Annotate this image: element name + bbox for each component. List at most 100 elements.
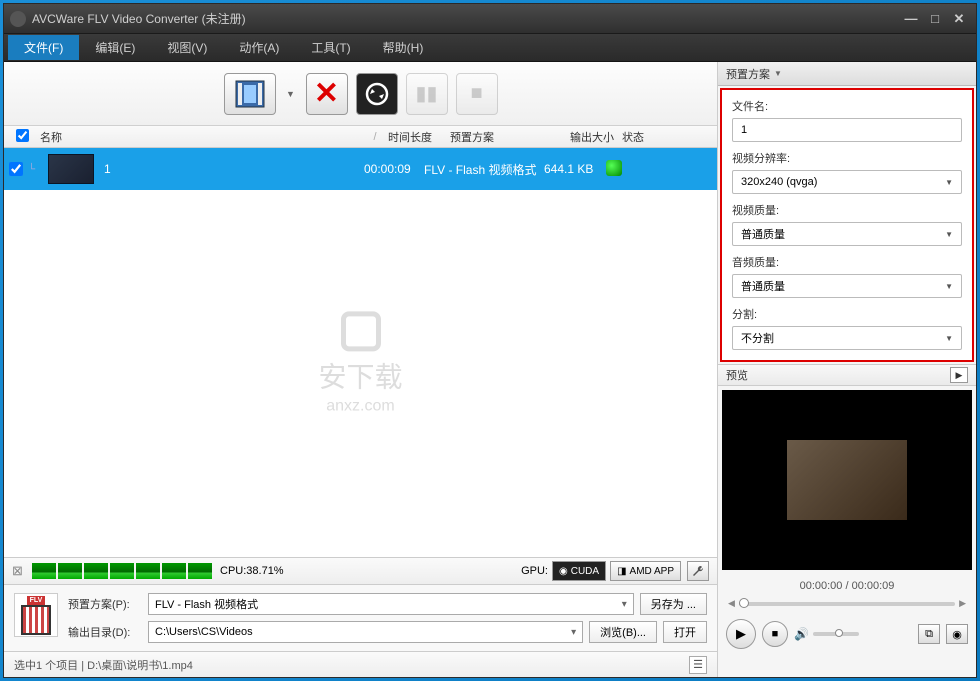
row-size: 644.1 KB — [544, 162, 606, 176]
cpu-close-icon[interactable]: ⊠ — [12, 563, 28, 579]
app-window: AVCWare FLV Video Converter (未注册) — □ ✕ … — [3, 3, 977, 678]
gpu-label: GPU: — [521, 565, 548, 577]
resolution-select[interactable]: 320x240 (qvga) — [732, 170, 962, 194]
statusbar: 选中1 个项目 | D:\桌面\说明书\1.mp4 ☰ — [4, 651, 717, 677]
thumbnail — [48, 154, 94, 184]
snapshot-button[interactable]: ⧉ — [918, 624, 940, 644]
seek-slider[interactable]: ◀ ▶ — [718, 598, 976, 615]
cpu-core-icon — [136, 563, 160, 579]
status-ok-icon — [606, 160, 622, 176]
preview-controls: ▶ ■ 🔊 ⧉ ◉ — [718, 615, 976, 657]
app-title: AVCWare FLV Video Converter (未注册) — [32, 10, 246, 27]
cpu-core-icon — [32, 563, 56, 579]
add-dropdown-icon[interactable]: ▼ — [284, 73, 298, 115]
status-text: 选中1 个项目 | D:\桌面\说明书\1.mp4 — [14, 657, 193, 673]
split-label: 分割: — [732, 306, 962, 322]
cpu-core-icon — [84, 563, 108, 579]
cuda-button[interactable]: ◉ CUDA — [552, 561, 606, 581]
cpu-usage-label: CPU:38.71% — [220, 565, 284, 577]
list-row[interactable]: └ 1 00:00:09 FLV - Flash 视频格式 644.1 KB — [4, 148, 717, 190]
preview-frame — [787, 440, 907, 520]
video-quality-select[interactable]: 普通质量 — [732, 222, 962, 246]
preview-area — [722, 390, 972, 570]
open-button[interactable]: 打开 — [663, 621, 707, 643]
toolbar: ▼ ✕ ▮▮ ■ — [4, 62, 717, 126]
outdir-combo[interactable]: C:\Users\CS\Videos — [148, 621, 583, 643]
resolution-label: 视频分辨率: — [732, 150, 962, 166]
cpu-gpu-row: ⊠ CPU:38.71% GPU: ◉ CUDA ◨ AMD APP — [4, 557, 717, 585]
preview-expand-button[interactable]: ▶ — [950, 367, 968, 383]
col-duration[interactable]: 时间长度 — [384, 129, 446, 145]
watermark: 安下载 anxz.com — [318, 311, 402, 415]
browse-button[interactable]: 浏览(B)... — [589, 621, 657, 643]
preset-panel-header[interactable]: 预置方案▼ — [718, 62, 976, 86]
video-quality-label: 视频质量: — [732, 202, 962, 218]
film-icon — [232, 79, 268, 109]
preset-combo[interactable]: FLV - Flash 视频格式 — [148, 593, 634, 615]
main-content: ▼ ✕ ▮▮ ■ 名称 / 时间长度 预置方案 输出大小 状态 — [4, 62, 976, 677]
lock-icon — [340, 311, 380, 351]
preview-header: 预览 ▶ — [718, 364, 976, 386]
maximize-button[interactable]: □ — [924, 10, 946, 28]
col-size[interactable]: 输出大小 — [556, 129, 618, 145]
menu-file[interactable]: 文件(F) — [8, 35, 79, 60]
camera-button[interactable]: ◉ — [946, 624, 968, 644]
preview-time: 00:00:00 / 00:00:09 — [718, 574, 976, 598]
mark-start-icon[interactable]: ◀ — [728, 598, 735, 609]
audio-quality-select[interactable]: 普通质量 — [732, 274, 962, 298]
col-status[interactable]: 状态 — [618, 129, 654, 145]
convert-icon — [364, 81, 390, 107]
row-preset: FLV - Flash 视频格式 — [424, 161, 544, 178]
select-all-checkbox[interactable] — [16, 129, 29, 142]
cpu-core-icon — [58, 563, 82, 579]
amd-app-button[interactable]: ◨ AMD APP — [610, 561, 681, 581]
chevron-down-icon: ▼ — [774, 69, 782, 78]
wrench-icon — [691, 564, 705, 578]
filename-input[interactable] — [732, 118, 962, 142]
cpu-core-icon — [110, 563, 134, 579]
bottom-settings: FLV 预置方案(P): FLV - Flash 视频格式 另存为 ... 输出… — [4, 585, 717, 651]
stop-preview-button[interactable]: ■ — [762, 621, 788, 647]
titlebar: AVCWare FLV Video Converter (未注册) — □ ✕ — [4, 4, 976, 34]
audio-quality-label: 音频质量: — [732, 254, 962, 270]
gpu-settings-button[interactable] — [687, 561, 709, 581]
col-separator: / — [366, 131, 384, 143]
col-name[interactable]: 名称 — [36, 129, 366, 145]
menu-action[interactable]: 动作(A) — [223, 35, 295, 60]
cpu-core-icon — [188, 563, 212, 579]
save-as-button[interactable]: 另存为 ... — [640, 593, 707, 615]
add-file-button[interactable] — [224, 73, 276, 115]
tree-icon: └ — [28, 164, 48, 175]
menu-help[interactable]: 帮助(H) — [367, 35, 440, 60]
file-list: └ 1 00:00:09 FLV - Flash 视频格式 644.1 KB 安… — [4, 148, 717, 557]
watermark-text1: 安下载 — [318, 355, 402, 395]
menu-view[interactable]: 视图(V) — [151, 35, 223, 60]
play-button[interactable]: ▶ — [726, 619, 756, 649]
right-pane: 预置方案▼ 文件名: 视频分辨率: 320x240 (qvga) 视频质量: 普… — [718, 62, 976, 677]
pause-button[interactable]: ▮▮ — [406, 73, 448, 115]
row-name: 1 — [104, 162, 364, 176]
convert-button[interactable] — [356, 73, 398, 115]
list-header: 名称 / 时间长度 预置方案 输出大小 状态 — [4, 126, 717, 148]
preview-label: 预览 — [726, 367, 748, 383]
filename-label: 文件名: — [732, 98, 962, 114]
minimize-button[interactable]: — — [900, 10, 922, 28]
left-pane: ▼ ✕ ▮▮ ■ 名称 / 时间长度 预置方案 输出大小 状态 — [4, 62, 718, 677]
close-button[interactable]: ✕ — [948, 10, 970, 28]
preset-label: 预置方案(P): — [68, 596, 142, 612]
menu-edit[interactable]: 编辑(E) — [79, 35, 151, 60]
row-status — [606, 160, 636, 179]
list-view-button[interactable]: ☰ — [689, 656, 707, 674]
menu-tools[interactable]: 工具(T) — [295, 35, 366, 60]
preset-properties: 文件名: 视频分辨率: 320x240 (qvga) 视频质量: 普通质量 音频… — [720, 88, 974, 362]
volume-slider[interactable] — [813, 632, 859, 636]
outdir-label: 输出目录(D): — [68, 624, 142, 640]
split-select[interactable]: 不分割 — [732, 326, 962, 350]
mark-end-icon[interactable]: ▶ — [959, 598, 966, 609]
delete-button[interactable]: ✕ — [306, 73, 348, 115]
volume-icon[interactable]: 🔊 — [794, 627, 809, 641]
row-checkbox[interactable] — [9, 162, 23, 176]
col-preset[interactable]: 预置方案 — [446, 129, 556, 145]
stop-button[interactable]: ■ — [456, 73, 498, 115]
app-logo-icon — [10, 11, 26, 27]
